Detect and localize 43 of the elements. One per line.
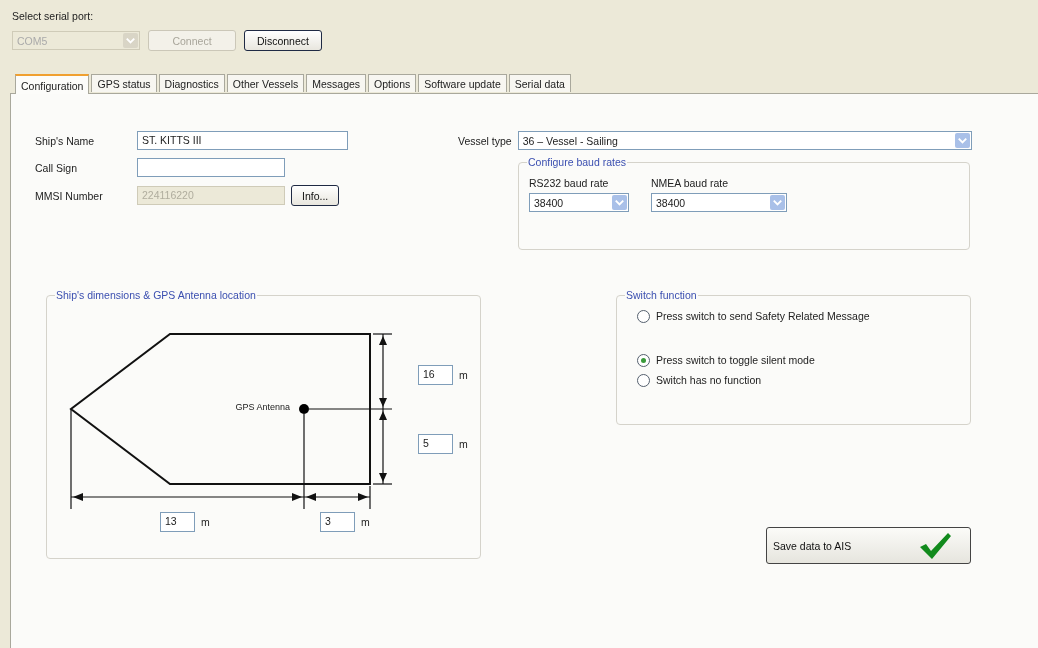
vessel-type-label: Vessel type bbox=[458, 134, 512, 147]
radio-icon[interactable] bbox=[637, 309, 650, 323]
unit-label: m bbox=[459, 438, 468, 450]
unit-label: m bbox=[459, 369, 468, 381]
radio-icon[interactable] bbox=[637, 353, 650, 367]
radio-option[interactable]: Press switch to send Safety Related Message bbox=[637, 306, 970, 326]
tab[interactable]: Serial data bbox=[508, 74, 571, 92]
field-label: MMSI Number bbox=[35, 189, 104, 202]
radio-icon[interactable] bbox=[637, 373, 650, 387]
tab[interactable]: Diagnostics bbox=[158, 74, 225, 92]
checkmark-icon bbox=[918, 531, 952, 560]
dimension-field[interactable]: 16 bbox=[418, 365, 453, 385]
tab[interactable]: Messages bbox=[306, 74, 367, 92]
radio-option[interactable]: Press switch to toggle silent mode bbox=[637, 350, 970, 370]
disconnect-button[interactable]: Disconnect bbox=[244, 30, 322, 51]
tab[interactable]: Options bbox=[368, 74, 417, 92]
tab[interactable]: Configuration bbox=[15, 74, 90, 94]
baud-rate-dropdown[interactable]: 38400 bbox=[529, 193, 629, 212]
serial-port-label: Select serial port: bbox=[12, 10, 95, 24]
tab[interactable]: GPS status bbox=[91, 74, 157, 92]
unit-label: m bbox=[361, 516, 370, 528]
field-label: Call Sign bbox=[35, 161, 79, 174]
radio-option[interactable]: Switch has no function bbox=[637, 370, 970, 390]
field-label: Ship's Name bbox=[35, 134, 96, 147]
tab[interactable]: Software update bbox=[418, 74, 507, 92]
save-button[interactable]: Save data to AIS bbox=[766, 527, 971, 564]
group-title: Switch function bbox=[625, 289, 698, 301]
info-button[interactable]: Info... bbox=[291, 185, 340, 206]
text-field[interactable] bbox=[137, 158, 285, 177]
field-label: NMEA baud rate bbox=[651, 177, 730, 189]
field-label: RS232 baud rate bbox=[529, 177, 610, 189]
vessel-type-dropdown[interactable]: 36 ‒ Vessel - Sailing bbox=[517, 131, 972, 150]
unit-label: m bbox=[201, 516, 210, 528]
dimension-field[interactable]: 13 bbox=[160, 512, 195, 532]
text-field[interactable]: ST. KITTS III bbox=[137, 131, 348, 150]
antenna-label: GPS Antenna bbox=[235, 402, 290, 412]
dimension-field[interactable]: 3 bbox=[320, 512, 355, 532]
group-title: Configure baud rates bbox=[527, 156, 628, 168]
antenna-dot-icon bbox=[299, 404, 309, 414]
group-title: Ship's dimensions & GPS Antenna location bbox=[55, 289, 257, 301]
dimension-field[interactable]: 5 bbox=[418, 434, 453, 454]
baud-rate-dropdown[interactable]: 38400 bbox=[651, 193, 787, 212]
tab[interactable]: Other Vessels bbox=[226, 74, 305, 92]
